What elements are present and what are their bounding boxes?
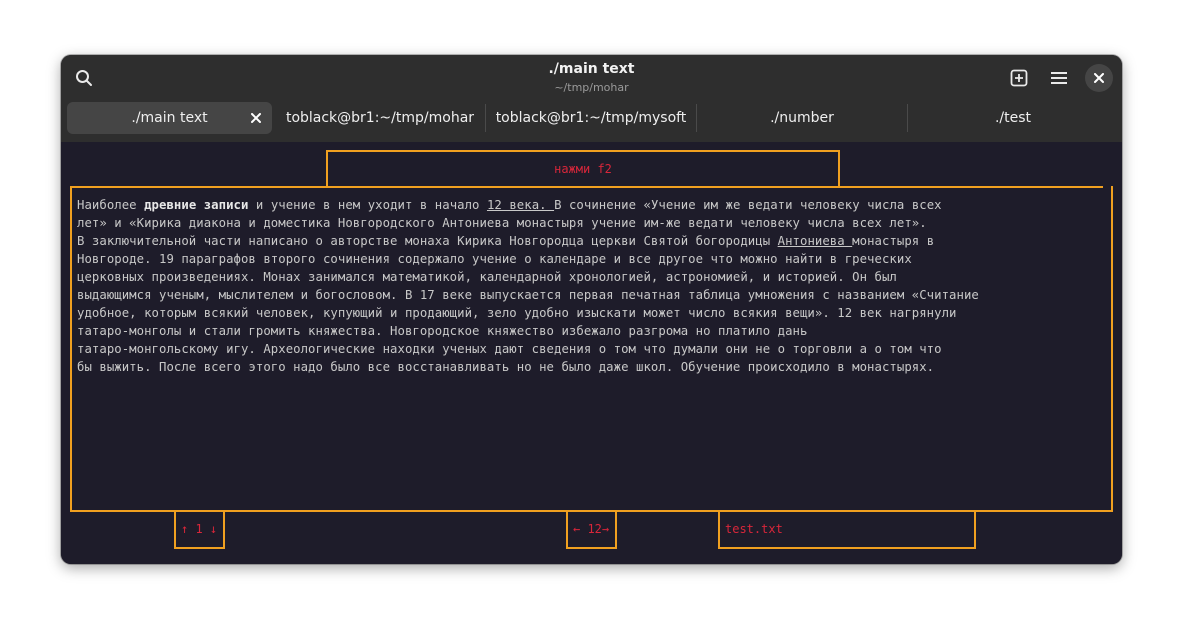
headerbar: ./main text ~/tmp/mohar ./main text tobl… xyxy=(61,55,1122,142)
close-window-button[interactable] xyxy=(1085,64,1113,92)
hint-box: нажми f2 xyxy=(326,150,840,188)
terminal-window: ./main text ~/tmp/mohar ./main text tobl… xyxy=(61,55,1122,564)
tab-number[interactable]: ./number xyxy=(697,102,907,134)
main-menu-button[interactable] xyxy=(1045,64,1073,92)
tab-mysoft[interactable]: toblack@br1:~/tmp/mysoft xyxy=(486,102,696,134)
line-indicator: ↑ 1 ↓ xyxy=(174,510,225,549)
new-tab-icon xyxy=(1010,69,1028,87)
line-indicator-text: ↑ 1 ↓ xyxy=(181,522,218,536)
window-subtitle: ~/tmp/mohar xyxy=(554,81,629,94)
text-line: лет» и «Кирика диакона и доместика Новго… xyxy=(77,216,927,230)
document-text: Наиболее древние записи и учение в нем у… xyxy=(77,196,1107,376)
bold-text: древние записи xyxy=(144,198,249,212)
underlined-text: 12 века. xyxy=(486,198,555,212)
text-run: и учение в нем уходит в начало xyxy=(248,198,487,212)
tab-mohar[interactable]: toblack@br1:~/tmp/mohar xyxy=(275,102,485,134)
text-line: удобное, которым всякий человек, купующи… xyxy=(77,306,957,320)
filename-text: test.txt xyxy=(725,522,783,536)
tab-main-text[interactable]: ./main text xyxy=(67,102,272,134)
text-viewer[interactable]: Наиболее древние записи и учение в нем у… xyxy=(70,186,1113,512)
text-line: выдающимся ученым, мыслителем и богослов… xyxy=(77,288,979,302)
tab-bar: ./main text toblack@br1:~/tmp/mohar tobl… xyxy=(61,100,1122,136)
new-tab-button[interactable] xyxy=(1005,64,1033,92)
close-icon xyxy=(1094,73,1104,83)
text-run: монастыря в xyxy=(852,234,935,248)
column-indicator-text: ← 12→ xyxy=(573,522,610,536)
tab-close-button[interactable] xyxy=(248,110,264,126)
text-run: Наиболее xyxy=(77,198,145,212)
text-line: Новгороде. 19 параграфов второго сочинен… xyxy=(77,252,912,266)
tab-label: toblack@br1:~/tmp/mysoft xyxy=(495,110,687,126)
tab-label: ./number xyxy=(770,110,834,126)
tab-label: toblack@br1:~/tmp/mohar xyxy=(285,110,475,126)
tab-test[interactable]: ./test xyxy=(908,102,1118,134)
underlined-text: Антониева xyxy=(777,234,853,248)
text-run: В сочинение «Учение им же ведати человек… xyxy=(554,198,942,212)
window-title: ./main text xyxy=(548,61,635,77)
tab-label: ./main text xyxy=(131,110,208,126)
filename-indicator: test.txt xyxy=(718,510,976,549)
hint-text: нажми f2 xyxy=(554,162,612,176)
close-icon xyxy=(251,113,261,123)
text-line: бы выжить. После всего этого надо было в… xyxy=(77,360,935,374)
tab-label: ./test xyxy=(994,110,1032,126)
border-gap xyxy=(1103,186,1111,195)
text-line: церковных произведениях. Монах занимался… xyxy=(77,270,897,284)
terminal-area[interactable]: нажми f2 Наиболее древние записи и учени… xyxy=(61,142,1122,564)
text-run: В заключительной части написано о авторс… xyxy=(77,234,778,248)
text-line: татаро-монголы и стали громить княжества… xyxy=(77,324,808,338)
text-line: татаро-монгольскому игу. Археологические… xyxy=(77,342,942,356)
column-indicator: ← 12→ xyxy=(566,510,617,549)
hamburger-menu-icon xyxy=(1051,72,1067,84)
